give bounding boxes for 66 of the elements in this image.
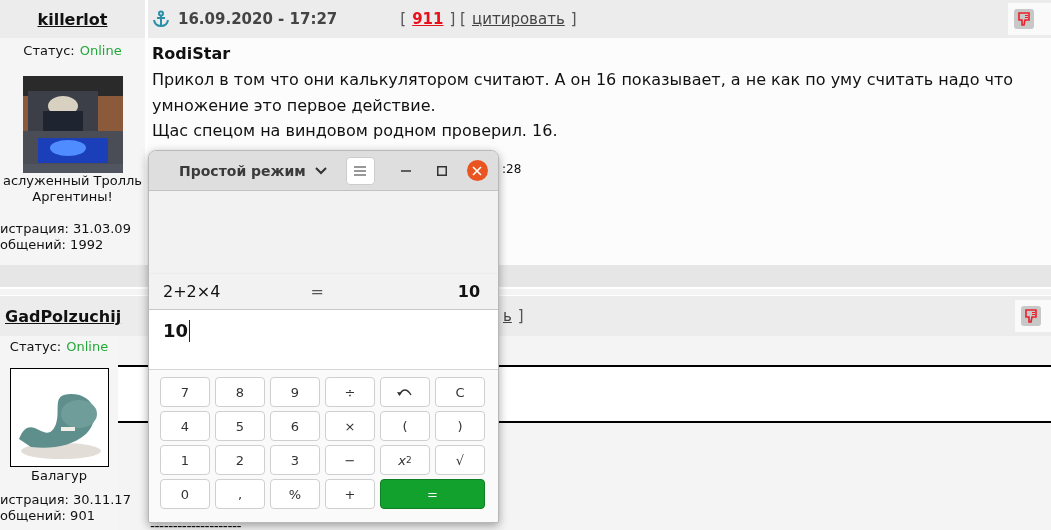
status-value: Online [66,338,109,356]
close-icon [472,165,483,176]
minimize-icon [400,169,411,172]
key-button[interactable]: ( [380,411,430,441]
key-button[interactable]: × [325,411,375,441]
key-button[interactable]: 5 [215,411,265,441]
key-button[interactable]: 9 [270,377,320,407]
chevron-icon [314,166,327,175]
key-button[interactable]: , [215,479,265,509]
thumbs-down-icon [1014,9,1034,29]
key-button[interactable]: 3 [270,445,320,475]
menu-button[interactable] [345,156,375,185]
history-result: 10 [457,282,480,301]
key-button[interactable]: 2 [215,445,265,475]
key-button[interactable]: √ [435,445,485,475]
post-number-link[interactable]: 911 [412,10,444,28]
user-info: общений: 1992 [0,237,104,253]
key-button[interactable]: ÷ [325,377,375,407]
key-button[interactable]: 4 [160,411,210,441]
quote-link[interactable]: ь [503,307,512,325]
mode-dropdown[interactable]: Простой режим [179,162,327,179]
post-date: 16.09.2020 - 17:27 [178,10,338,28]
user-rank: Балагур [31,468,87,484]
equals-sign: = [310,282,325,301]
bracket-text: [ [400,10,407,28]
bracket-text: ] [ [449,10,466,28]
key-button[interactable]: C [435,377,485,407]
author-link[interactable]: killerlot [37,9,108,29]
undo-icon [397,387,413,397]
anchor-icon [152,10,170,28]
key-button[interactable]: % [270,479,320,509]
quoted-author: RodiStar [152,43,232,65]
user-rank: Аргентины! [32,189,113,205]
status-label: Статус: [9,338,62,356]
dislike-button[interactable] [1015,300,1051,332]
key-button[interactable]: − [325,445,375,475]
user-info: истрация: 30.11.17 [0,492,131,508]
post-text: Щас спецом на виндовом родном проверил. 16. [152,120,559,142]
post-text: :28 [502,161,523,176]
dashed-line: -------------------- [150,518,242,530]
key-button[interactable]: + [325,479,375,509]
status-label: Статус: [23,42,75,60]
user-info: истрация: 31.03.09 [0,221,131,237]
user-info: общений: 901 [0,508,95,524]
post-text: Прикол в том что они калькулятором считают. А он 16 показывает, а не как по уму считать надо что умножение это первое действие. [152,69,1015,117]
maximize-icon [436,165,447,176]
key-button[interactable]: 6 [270,411,320,441]
status-value: Online [79,42,122,60]
author-link[interactable]: GadPolzuchij [5,306,122,326]
bracket-text: ] [517,307,524,325]
user-rank: аслуженный Тролль [2,173,143,189]
thumbs-down-icon [1021,306,1041,326]
dislike-button[interactable] [1008,3,1051,35]
bracket-text: ] [570,10,577,28]
key-button[interactable]: ) [435,411,485,441]
history-expression: 2+2×4 [163,282,222,301]
key-button[interactable]: x$^{2}$ [380,445,430,475]
key-button[interactable]: 0 [160,479,210,509]
close-button[interactable] [466,160,488,181]
key-button[interactable]: 1 [160,445,210,475]
undo-button[interactable] [380,377,430,407]
key-button[interactable]: 8 [215,377,265,407]
menu-icon [354,165,367,176]
expression-field[interactable]: 10 [149,309,498,370]
quote-link[interactable]: цитировать [471,10,565,28]
key-button[interactable]: 7 [160,377,210,407]
